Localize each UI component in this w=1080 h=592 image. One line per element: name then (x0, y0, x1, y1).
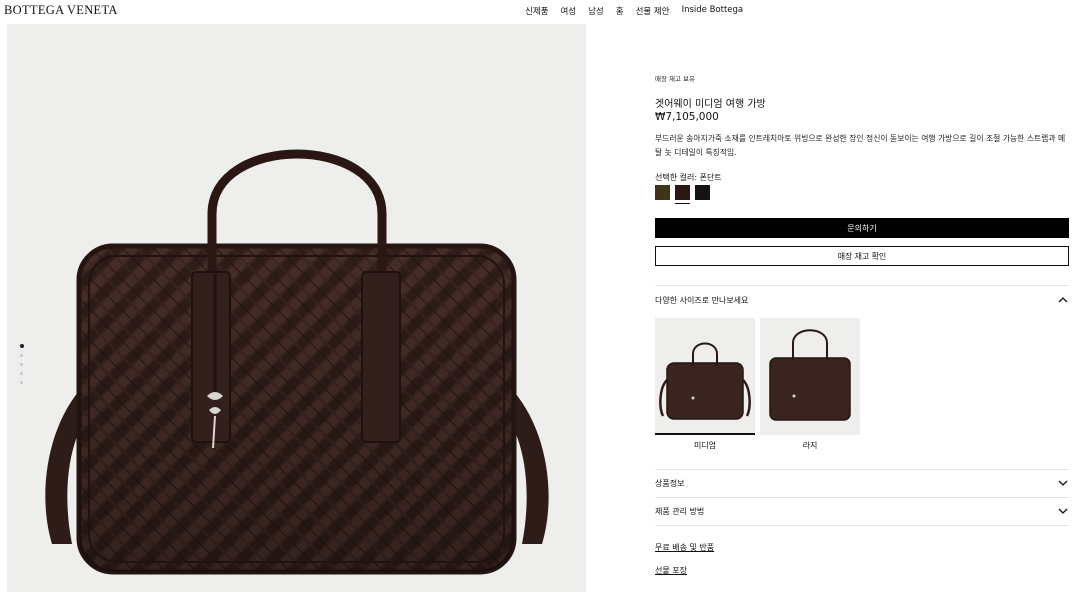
divider (655, 497, 1069, 498)
product-image-gallery[interactable] (7, 24, 586, 592)
main-nav: 신제품 여성 남성 홈 선물 제안 Inside Bottega (525, 5, 743, 17)
brand-logo[interactable]: BOTTEGA VENETA (4, 3, 118, 18)
care-label: 제품 관리 방법 (655, 506, 705, 516)
color-swatches (655, 185, 710, 204)
swatch-black[interactable] (695, 185, 710, 200)
gallery-dot[interactable] (20, 354, 23, 357)
shipping-returns-link[interactable]: 무료 배송 및 반품 (655, 542, 714, 553)
chevron-down-icon (1057, 505, 1069, 517)
nav-item-new[interactable]: 신제품 (525, 5, 548, 17)
gallery-pagination (20, 344, 24, 384)
size-label: 라지 (802, 441, 818, 450)
size-option-medium[interactable]: 미디엄 (655, 318, 755, 451)
swatch-fondant[interactable] (675, 185, 690, 204)
gallery-dot[interactable] (20, 363, 23, 366)
product-description: 부드러운 송아지가죽 소재를 인트레치아토 위빙으로 완성한 장인 정신이 돋보… (655, 134, 1066, 157)
divider (655, 525, 1069, 526)
check-store-stock-button[interactable]: 매장 재고 확인 (655, 246, 1069, 266)
size-option-large[interactable]: 라지 (760, 318, 860, 451)
product-info-label: 상품정보 (655, 478, 685, 488)
selected-color-label: 선택한 컬러: 폰단트 (655, 173, 722, 182)
sizes-accordion-header[interactable]: 다양한 사이즈로 만나보세요 (655, 293, 1069, 307)
product-image (45, 149, 549, 575)
size-thumbnail (655, 318, 755, 435)
chevron-down-icon (1057, 477, 1069, 489)
nav-item-women[interactable]: 여성 (560, 5, 576, 17)
product-price: ₩7,105,000 (655, 111, 719, 123)
site-header: BOTTEGA VENETA 신제품 여성 남성 홈 선물 제안 Inside … (0, 0, 1080, 22)
stock-availability: 매장 재고 보유 (655, 75, 696, 83)
gallery-dot[interactable] (20, 344, 24, 348)
size-options: 미디엄 라지 (655, 318, 860, 451)
care-accordion[interactable]: 제품 관리 방법 (655, 504, 1069, 518)
divider (655, 469, 1069, 470)
gallery-dot[interactable] (20, 381, 23, 384)
product-info-accordion[interactable]: 상품정보 (655, 476, 1069, 490)
sizes-heading: 다양한 사이즈로 만나보세요 (655, 295, 749, 305)
nav-item-home[interactable]: 홈 (616, 5, 624, 17)
size-label: 미디엄 (693, 441, 717, 450)
swatch-olive[interactable] (655, 185, 670, 200)
product-title: 겟어웨이 미디엄 여행 가방 (655, 99, 766, 110)
chevron-up-icon (1057, 294, 1069, 306)
divider (655, 285, 1069, 286)
size-thumbnail (760, 318, 860, 435)
gallery-dot[interactable] (20, 372, 23, 375)
gift-wrap-link[interactable]: 선물 포장 (655, 565, 687, 576)
inquire-button[interactable]: 문의하기 (655, 218, 1069, 238)
nav-item-men[interactable]: 남성 (588, 5, 604, 17)
nav-item-inside-bottega[interactable]: Inside Bottega (682, 5, 744, 17)
nav-item-gifts[interactable]: 선물 제안 (636, 5, 670, 17)
